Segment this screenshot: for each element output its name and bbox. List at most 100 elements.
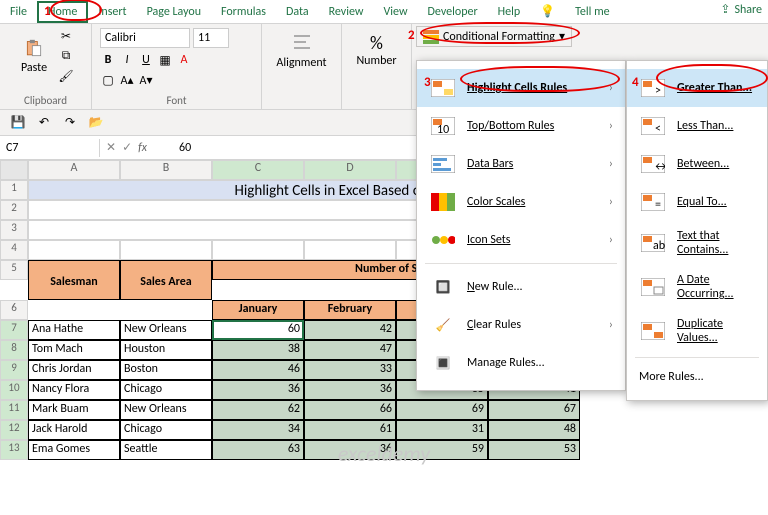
group-font: B I U ▦ A ▢ A▴ A▾ Font	[92, 24, 262, 109]
active-cell[interactable]: 60	[212, 320, 304, 340]
mi-manage-rules[interactable]: 🔳Manage Rules...	[417, 344, 625, 382]
cell[interactable]	[212, 240, 304, 260]
svg-text:10: 10	[437, 123, 449, 135]
alignment-button[interactable]: Alignment	[272, 28, 330, 74]
tab-data[interactable]: Data	[276, 2, 319, 22]
font-name-input[interactable]	[100, 28, 190, 48]
cell[interactable]	[28, 240, 120, 260]
color-scales-icon	[429, 191, 457, 213]
row-8[interactable]: 8	[0, 340, 28, 360]
group-number: % Number	[342, 24, 412, 109]
row-1[interactable]: 1	[0, 180, 28, 200]
hdr-area[interactable]: Sales Area	[120, 260, 212, 300]
row-11[interactable]: 11	[0, 400, 28, 420]
mi-more-rules[interactable]: More Rules...	[627, 362, 767, 392]
less-than-icon: <	[639, 115, 667, 137]
lightbulb-icon: 💡	[530, 1, 565, 22]
share-icon: ⇪	[720, 2, 730, 17]
open-icon[interactable]: 📂	[88, 115, 104, 131]
row-10[interactable]: 10	[0, 380, 28, 400]
icon-sets-icon	[429, 229, 457, 251]
highlight-cells-submenu: >Greater Than... <Less Than... ↔Between.…	[626, 60, 768, 401]
svg-text:ab: ab	[653, 239, 665, 252]
check-icon[interactable]: ✓	[122, 140, 132, 155]
font-size-input[interactable]	[193, 28, 229, 48]
undo-icon[interactable]: ↶	[36, 115, 52, 131]
mi-duplicate-values[interactable]: Duplicate Values...	[627, 309, 767, 353]
new-rule-icon: 🔲	[429, 276, 457, 298]
share-button[interactable]: ⇪Share	[720, 2, 762, 17]
row-7[interactable]: 7	[0, 320, 28, 340]
greater-than-icon: >	[639, 77, 667, 99]
mi-highlight-cells-rules[interactable]: Highlight Cells Rules›	[417, 69, 625, 107]
cancel-icon[interactable]: ✕	[106, 140, 116, 155]
row-12[interactable]: 12	[0, 420, 28, 440]
italic-button[interactable]: I	[119, 52, 135, 68]
hdr-salesman[interactable]: Salesman	[28, 260, 120, 300]
conditional-formatting-button[interactable]: Conditional Formatting ▾	[416, 26, 572, 47]
bold-button[interactable]: B	[100, 52, 116, 68]
mi-greater-than[interactable]: >Greater Than...	[627, 69, 767, 107]
tab-review[interactable]: Review	[319, 2, 374, 22]
name-box[interactable]: C7	[0, 139, 100, 157]
tell-me[interactable]: Tell me	[565, 2, 620, 22]
mi-top-bottom-rules[interactable]: 10Top/Bottom Rules›	[417, 107, 625, 145]
fx-icon[interactable]: fx	[138, 141, 147, 155]
mi-less-than[interactable]: <Less Than...	[627, 107, 767, 145]
formula-bar[interactable]: 60	[179, 141, 191, 155]
manage-rules-icon: 🔳	[429, 352, 457, 374]
save-icon[interactable]: 💾	[10, 115, 26, 131]
row-5[interactable]: 5	[0, 260, 28, 280]
tab-file[interactable]: File	[0, 2, 37, 22]
col-A[interactable]: A	[28, 160, 120, 180]
tab-view[interactable]: View	[373, 2, 417, 22]
row-13[interactable]: 13	[0, 440, 28, 460]
select-all-corner[interactable]	[0, 160, 28, 180]
mi-new-rule[interactable]: 🔲NNew Rule...ew Rule...	[417, 268, 625, 306]
tab-help[interactable]: Help	[488, 2, 531, 22]
increase-font-icon[interactable]: A▴	[119, 72, 135, 88]
row-2[interactable]: 2	[0, 200, 28, 220]
fill-color-button[interactable]: ▢	[100, 72, 116, 88]
decrease-font-icon[interactable]: A▾	[138, 72, 154, 88]
chevron-down-icon: ▾	[559, 29, 565, 44]
number-button[interactable]: % Number	[352, 28, 400, 72]
cell[interactable]	[120, 240, 212, 260]
mi-equal-to[interactable]: =Equal To...	[627, 183, 767, 221]
cut-icon[interactable]: ✂	[58, 28, 74, 44]
cell[interactable]	[304, 240, 396, 260]
border-button[interactable]: ▦	[157, 52, 173, 68]
text-contains-icon: ab	[639, 232, 667, 254]
mi-date-occurring[interactable]: A Date Occurring...	[627, 265, 767, 309]
hdr-feb[interactable]: February	[304, 300, 396, 320]
underline-button[interactable]: U	[138, 52, 154, 68]
mi-color-scales[interactable]: Color Scales›	[417, 183, 625, 221]
row-6[interactable]: 6	[0, 300, 28, 320]
hdr-jan[interactable]: January	[212, 300, 304, 320]
tab-formulas[interactable]: Formulas	[211, 2, 276, 22]
col-D[interactable]: D	[304, 160, 396, 180]
date-occurring-icon	[639, 276, 667, 298]
mi-data-bars[interactable]: Data Bars›	[417, 145, 625, 183]
row-3[interactable]: 3	[0, 220, 28, 240]
tab-insert[interactable]: Insert	[88, 2, 136, 22]
mi-clear-rules[interactable]: 🧹Clear Rules›	[417, 306, 625, 344]
mi-icon-sets[interactable]: Icon Sets›	[417, 221, 625, 259]
between-icon: ↔	[639, 153, 667, 175]
tab-page-layout[interactable]: Page Layou	[137, 2, 211, 22]
svg-text:<: <	[655, 122, 661, 135]
mi-text-contains[interactable]: abText that Contains...	[627, 221, 767, 265]
copy-icon[interactable]: ⧉	[58, 48, 74, 64]
row-9[interactable]: 9	[0, 360, 28, 380]
font-color-button[interactable]: A	[176, 52, 192, 68]
row-4[interactable]: 4	[0, 240, 28, 260]
paste-button[interactable]: Paste	[17, 33, 51, 79]
mi-between[interactable]: ↔Between...	[627, 145, 767, 183]
tab-developer[interactable]: Developer	[418, 2, 488, 22]
format-painter-icon[interactable]: 🖌	[58, 68, 74, 84]
redo-icon[interactable]: ↷	[62, 115, 78, 131]
svg-text:↔: ↔	[653, 160, 665, 173]
annotation-1: 1	[44, 4, 51, 19]
col-B[interactable]: B	[120, 160, 212, 180]
col-C[interactable]: C	[212, 160, 304, 180]
